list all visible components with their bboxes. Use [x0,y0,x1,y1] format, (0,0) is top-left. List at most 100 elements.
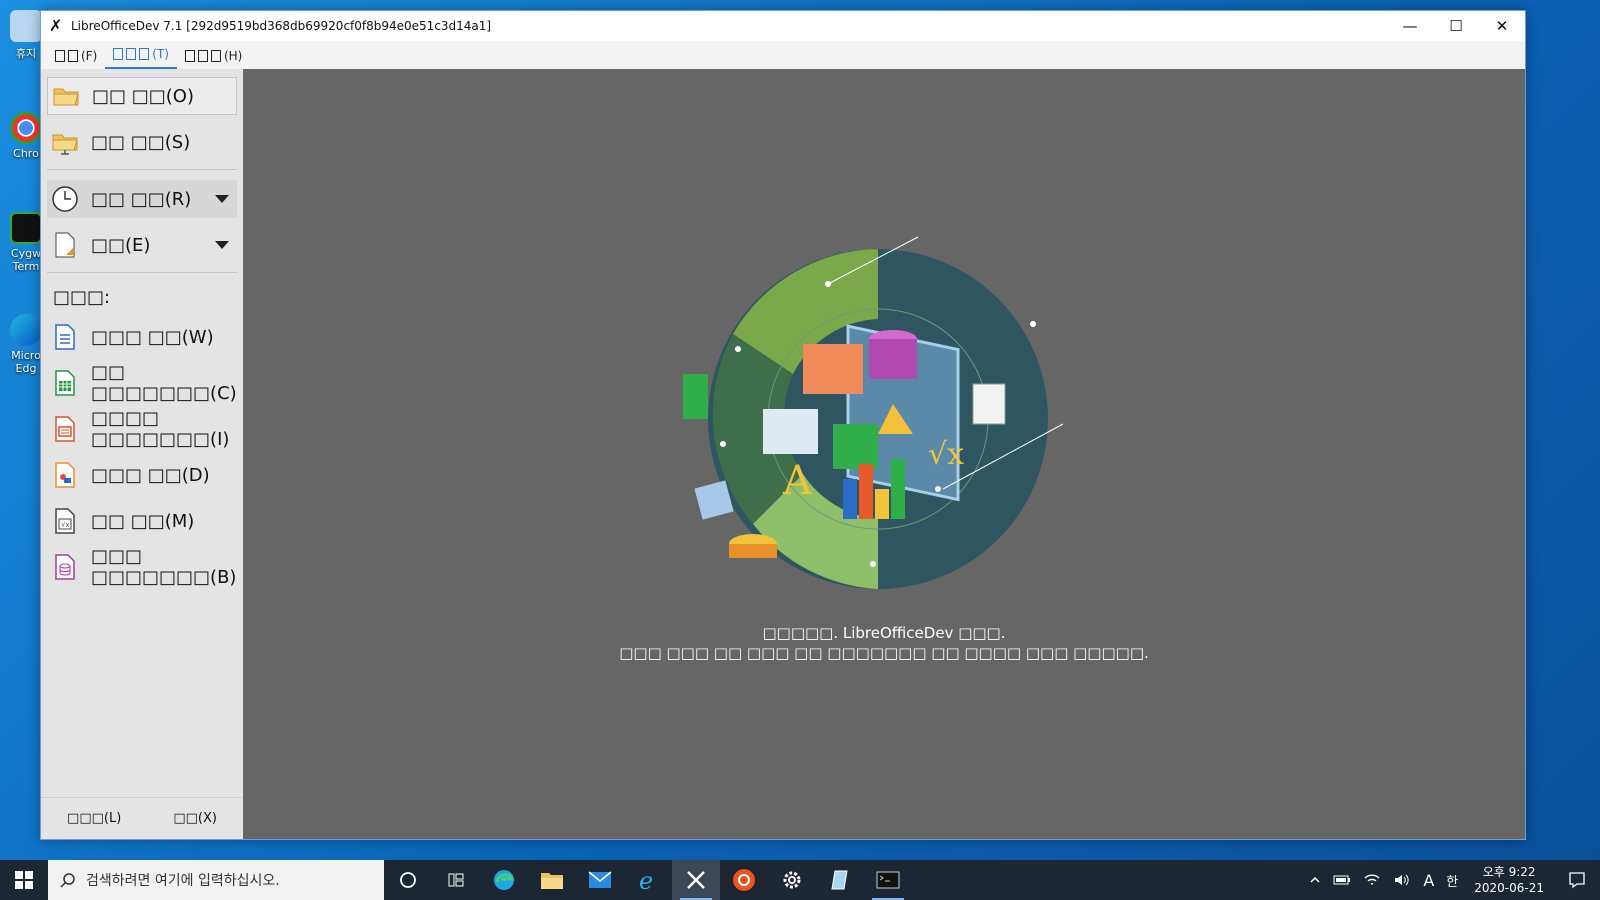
recycle-bin-icon [10,10,42,42]
thumbnail-area: A √x □□□□□. LibreOfficeDev □□□. □□□ □□□ … [243,69,1525,839]
task-view-icon [448,873,464,887]
create-writer-document-label: □□□ □□(W) [91,326,214,348]
volume-tray-button[interactable] [1387,872,1417,888]
create-math-formula-label: □□ □□(M) [91,510,195,532]
search-icon [60,873,75,888]
create-writer-document-button[interactable]: □□□ □□(W) [47,318,237,356]
network-tray-button[interactable] [1357,872,1387,888]
welcome-line-1: □□□□□. LibreOfficeDev □□□. [762,624,1006,642]
taskbar-ubuntu[interactable] [720,860,768,900]
search-placeholder: 검색하려면 여기에 입력하십시오. [86,873,280,889]
create-base-database-label: □□□ □□□□□□□(B) [91,546,237,588]
dropdown-arrow-icon[interactable] [215,241,229,249]
terminal-icon [876,871,900,889]
start-button[interactable] [0,860,48,900]
clock-icon [52,186,78,212]
folder-icon [541,873,563,889]
libreoffice-logo-icon: ✗ [49,16,63,35]
cortana-button[interactable] [384,860,432,900]
ime-language-indicator[interactable]: 한 [1440,871,1464,890]
folder-icon [53,88,79,106]
taskbar-edge[interactable] [480,860,528,900]
window-title: LibreOfficeDev 7.1 [292d9519bd368db69920… [71,19,492,33]
menu-file-label: (F) [81,49,98,63]
battery-icon [1333,875,1351,885]
chevron-up-icon [1310,876,1320,883]
maximize-button[interactable]: ☐ [1433,11,1479,41]
close-button[interactable]: ✕ [1479,11,1525,41]
separator [47,169,237,170]
minimize-button[interactable]: — [1387,11,1433,41]
taskbar-mail[interactable] [576,860,624,900]
extensions-button[interactable]: □□(X) [173,811,217,826]
menu-help[interactable]: (H) [177,45,250,69]
menu-tools[interactable]: (T) [105,43,177,69]
clock-time: 오후 9:22 [1482,865,1536,879]
menu-help-label: (H) [223,49,243,63]
open-file-button[interactable]: □□ □□(O) [47,77,237,115]
title-bar[interactable]: ✗ LibreOfficeDev 7.1 [292d9519bd368db699… [41,11,1525,41]
menu-tools-label: (T) [152,47,169,61]
libreoffice-start-center-window: ✗ LibreOfficeDev 7.1 [292d9519bd368db699… [40,10,1526,840]
create-impress-presentation-label: □□□□ □□□□□□□(I) [91,408,230,450]
create-calc-spreadsheet-button[interactable]: □□ □□□□□□□(C) [47,362,237,404]
recent-documents-label: □□ □□(R) [91,188,192,210]
desktop-icon-label: 휴지 [15,47,37,60]
libreoffice-x-icon [687,871,705,889]
svg-text:√x: √x [928,437,964,472]
taskbar-search-box[interactable]: 검색하려면 여기에 입력하십시오. [48,860,384,900]
separator [47,272,237,273]
welcome-message: □□□□□. LibreOfficeDev □□□. □□□ □□□ □□ □□… [243,623,1525,663]
speaker-icon [1395,874,1409,886]
impress-presentation-icon [55,416,75,442]
show-hidden-icons-button[interactable] [1303,874,1327,886]
menu-bar: (F) (T) (H) [41,41,1525,69]
notepad-icon [831,870,848,890]
templates-button[interactable]: □□(E) [47,226,237,264]
notification-icon [1569,872,1585,889]
taskbar-internet-explorer[interactable]: e [624,860,672,900]
create-impress-presentation-button[interactable]: □□□□ □□□□□□□(I) [47,408,237,450]
welcome-illustration: A √x [683,236,1063,589]
action-center-button[interactable] [1554,871,1600,889]
battery-tray-button[interactable] [1327,874,1357,886]
remote-folder-icon [52,134,78,155]
task-view-button[interactable] [432,860,480,900]
taskbar-notepad[interactable] [816,860,864,900]
dropdown-arrow-icon[interactable] [215,195,229,203]
math-formula-icon: √x [55,508,75,534]
chrome-icon [10,112,42,144]
create-draw-drawing-label: □□□ □□(D) [91,464,210,486]
internet-explorer-icon: e [639,868,653,892]
gear-icon [783,871,801,889]
svg-text:A: A [782,458,813,504]
desktop-icon-label: Micro Edg [11,349,41,375]
ime-mode-indicator[interactable]: A [1417,871,1440,890]
create-draw-drawing-button[interactable]: □□□ □□(D) [47,456,237,494]
taskbar: 검색하려면 여기에 입력하십시오. e A 한 오후 9:22 2020-06-… [0,860,1600,900]
recent-documents-button[interactable]: □□ □□(R) [47,180,237,218]
wifi-icon [1364,874,1380,885]
svg-text:e: e [639,868,653,892]
welcome-line-2: □□□ □□□ □□ □□□ □□ □□□□□□□ □□ □□□□ □□□ □□… [619,644,1149,662]
desktop-icon-label: Cygw Term [10,247,42,273]
taskbar-settings[interactable] [768,860,816,900]
sidebar-footer: □□□(L) □□(X) [41,797,243,839]
terminal-icon [10,212,42,244]
taskbar-file-explorer[interactable] [528,860,576,900]
taskbar-terminal[interactable] [864,860,912,900]
cortana-circle-icon [400,872,416,888]
help-button[interactable]: □□□(L) [67,811,121,826]
open-file-label: □□ □□(O) [92,85,194,107]
taskbar-clock[interactable]: 오후 9:22 2020-06-21 [1464,864,1554,896]
calc-spreadsheet-icon [55,370,75,396]
menu-file[interactable]: (F) [47,45,105,69]
taskbar-libreoffice[interactable] [672,860,720,900]
remote-files-button[interactable]: □□ □□(S) [47,123,237,161]
ubuntu-icon [733,869,755,891]
create-base-database-button[interactable]: □□□ □□□□□□□(B) [47,546,237,588]
mail-icon [588,871,612,888]
desktop-icon-label: Chro [13,147,39,160]
clock-date: 2020-06-21 [1474,881,1544,895]
create-math-formula-button[interactable]: √x □□ □□(M) [47,502,237,540]
